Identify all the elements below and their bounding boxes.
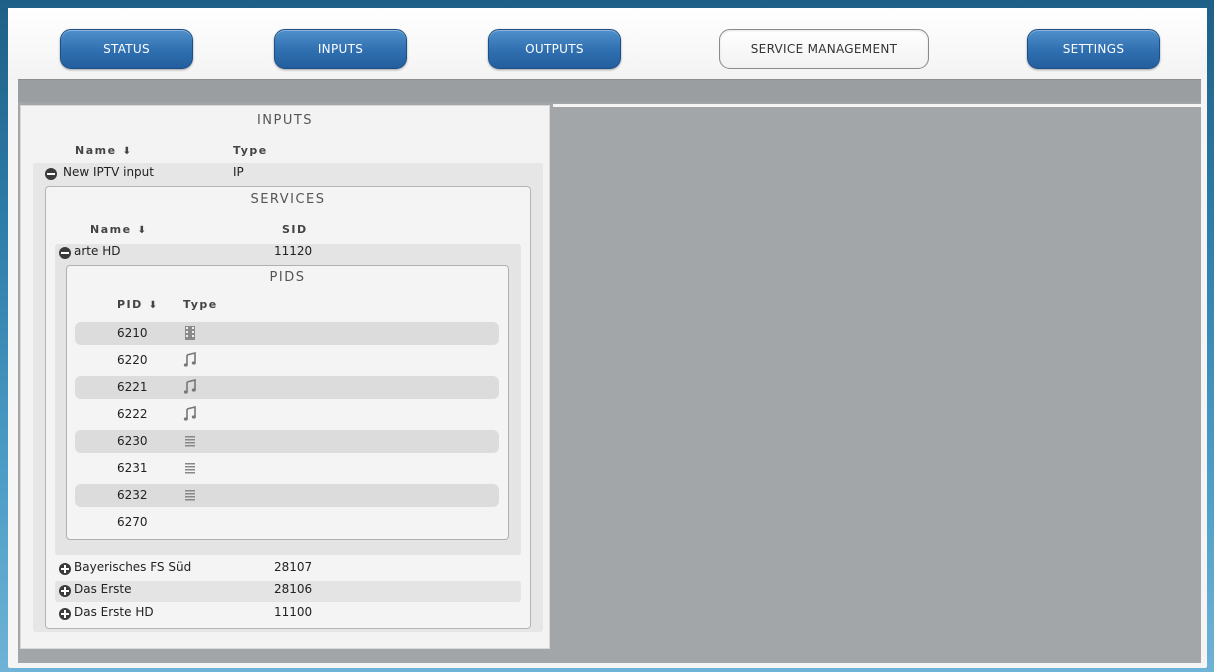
text-icon bbox=[185, 490, 195, 501]
expand-icon[interactable] bbox=[59, 608, 71, 620]
pid-column-header[interactable]: PID ⬇ bbox=[117, 298, 159, 311]
pid-number: 6221 bbox=[117, 380, 148, 394]
pid-number: 6222 bbox=[117, 407, 148, 421]
pid-row[interactable]: 6220 bbox=[75, 349, 499, 372]
text-icon bbox=[185, 436, 195, 447]
service-sid: 28107 bbox=[274, 560, 313, 574]
service-name[interactable]: Das Erste HD bbox=[74, 605, 154, 619]
sort-down-icon: ⬇ bbox=[137, 225, 148, 236]
nav-service-management-button[interactable]: SERVICE MANAGEMENT bbox=[719, 29, 929, 69]
audio-icon bbox=[183, 352, 196, 367]
pids-panel: PIDS PID ⬇ Type 6210 6220 6221 6222 6230… bbox=[66, 265, 509, 540]
audio-icon bbox=[183, 406, 196, 421]
expand-icon[interactable] bbox=[59, 585, 71, 597]
detail-pane-divider bbox=[553, 104, 1201, 107]
inputs-panel: INPUTS Name ⬇ Type New IPTV input IP SERV… bbox=[20, 105, 550, 649]
service-sid: 11100 bbox=[274, 605, 313, 619]
top-navigation: STATUS INPUTS OUTPUTS SERVICE MANAGEMENT… bbox=[8, 8, 1207, 80]
pid-number: 6230 bbox=[117, 434, 148, 448]
service-sid: 28106 bbox=[274, 582, 313, 596]
service-sid: 11120 bbox=[274, 244, 313, 258]
service-name[interactable]: arte HD bbox=[74, 244, 120, 258]
inputs-type-column-header[interactable]: Type bbox=[233, 144, 268, 157]
collapse-icon[interactable] bbox=[59, 247, 71, 259]
collapse-icon[interactable] bbox=[45, 168, 57, 180]
pid-number: 6220 bbox=[117, 353, 148, 367]
pid-number: 6232 bbox=[117, 488, 148, 502]
text-icon bbox=[185, 463, 195, 474]
pid-row[interactable]: 6210 bbox=[75, 322, 499, 345]
pid-number: 6270 bbox=[117, 515, 148, 529]
services-panel: SERVICES Name ⬇ SID arte HD 11120 PIDS PI… bbox=[45, 186, 531, 629]
nav-status-button[interactable]: STATUS bbox=[60, 29, 193, 69]
workspace: INPUTS Name ⬇ Type New IPTV input IP SERV… bbox=[18, 79, 1201, 663]
workspace-toolbar bbox=[18, 80, 1201, 102]
services-sid-column-header[interactable]: SID bbox=[282, 223, 308, 236]
nav-outputs-button[interactable]: OUTPUTS bbox=[488, 29, 621, 69]
inputs-name-column-header[interactable]: Name ⬇ bbox=[75, 144, 132, 157]
app-frame: STATUS INPUTS OUTPUTS SERVICE MANAGEMENT… bbox=[8, 8, 1207, 668]
pids-title: PIDS bbox=[269, 270, 306, 285]
service-name[interactable]: Bayerisches FS Süd bbox=[74, 560, 191, 574]
services-name-column-header[interactable]: Name ⬇ bbox=[90, 223, 147, 236]
services-title: SERVICES bbox=[250, 192, 326, 207]
pid-row[interactable]: 6231 bbox=[75, 457, 499, 480]
input-type: IP bbox=[233, 165, 244, 179]
inputs-title: INPUTS bbox=[256, 113, 314, 128]
service-name[interactable]: Das Erste bbox=[74, 582, 132, 596]
sort-down-icon: ⬇ bbox=[122, 146, 133, 157]
sort-down-icon: ⬇ bbox=[148, 300, 159, 311]
pid-row[interactable]: 6222 bbox=[75, 403, 499, 426]
input-name[interactable]: New IPTV input bbox=[63, 165, 154, 179]
audio-icon bbox=[183, 379, 196, 394]
pid-row[interactable]: 6232 bbox=[75, 484, 499, 507]
expand-icon[interactable] bbox=[59, 563, 71, 575]
pid-row[interactable]: 6270 bbox=[75, 511, 499, 534]
pid-type-column-header[interactable]: Type bbox=[183, 298, 218, 311]
pid-row[interactable]: 6230 bbox=[75, 430, 499, 453]
video-icon bbox=[185, 326, 195, 340]
pid-row[interactable]: 6221 bbox=[75, 376, 499, 399]
nav-inputs-button[interactable]: INPUTS bbox=[274, 29, 407, 69]
nav-settings-button[interactable]: SETTINGS bbox=[1027, 29, 1160, 69]
pid-number: 6231 bbox=[117, 461, 148, 475]
pid-number: 6210 bbox=[117, 326, 148, 340]
